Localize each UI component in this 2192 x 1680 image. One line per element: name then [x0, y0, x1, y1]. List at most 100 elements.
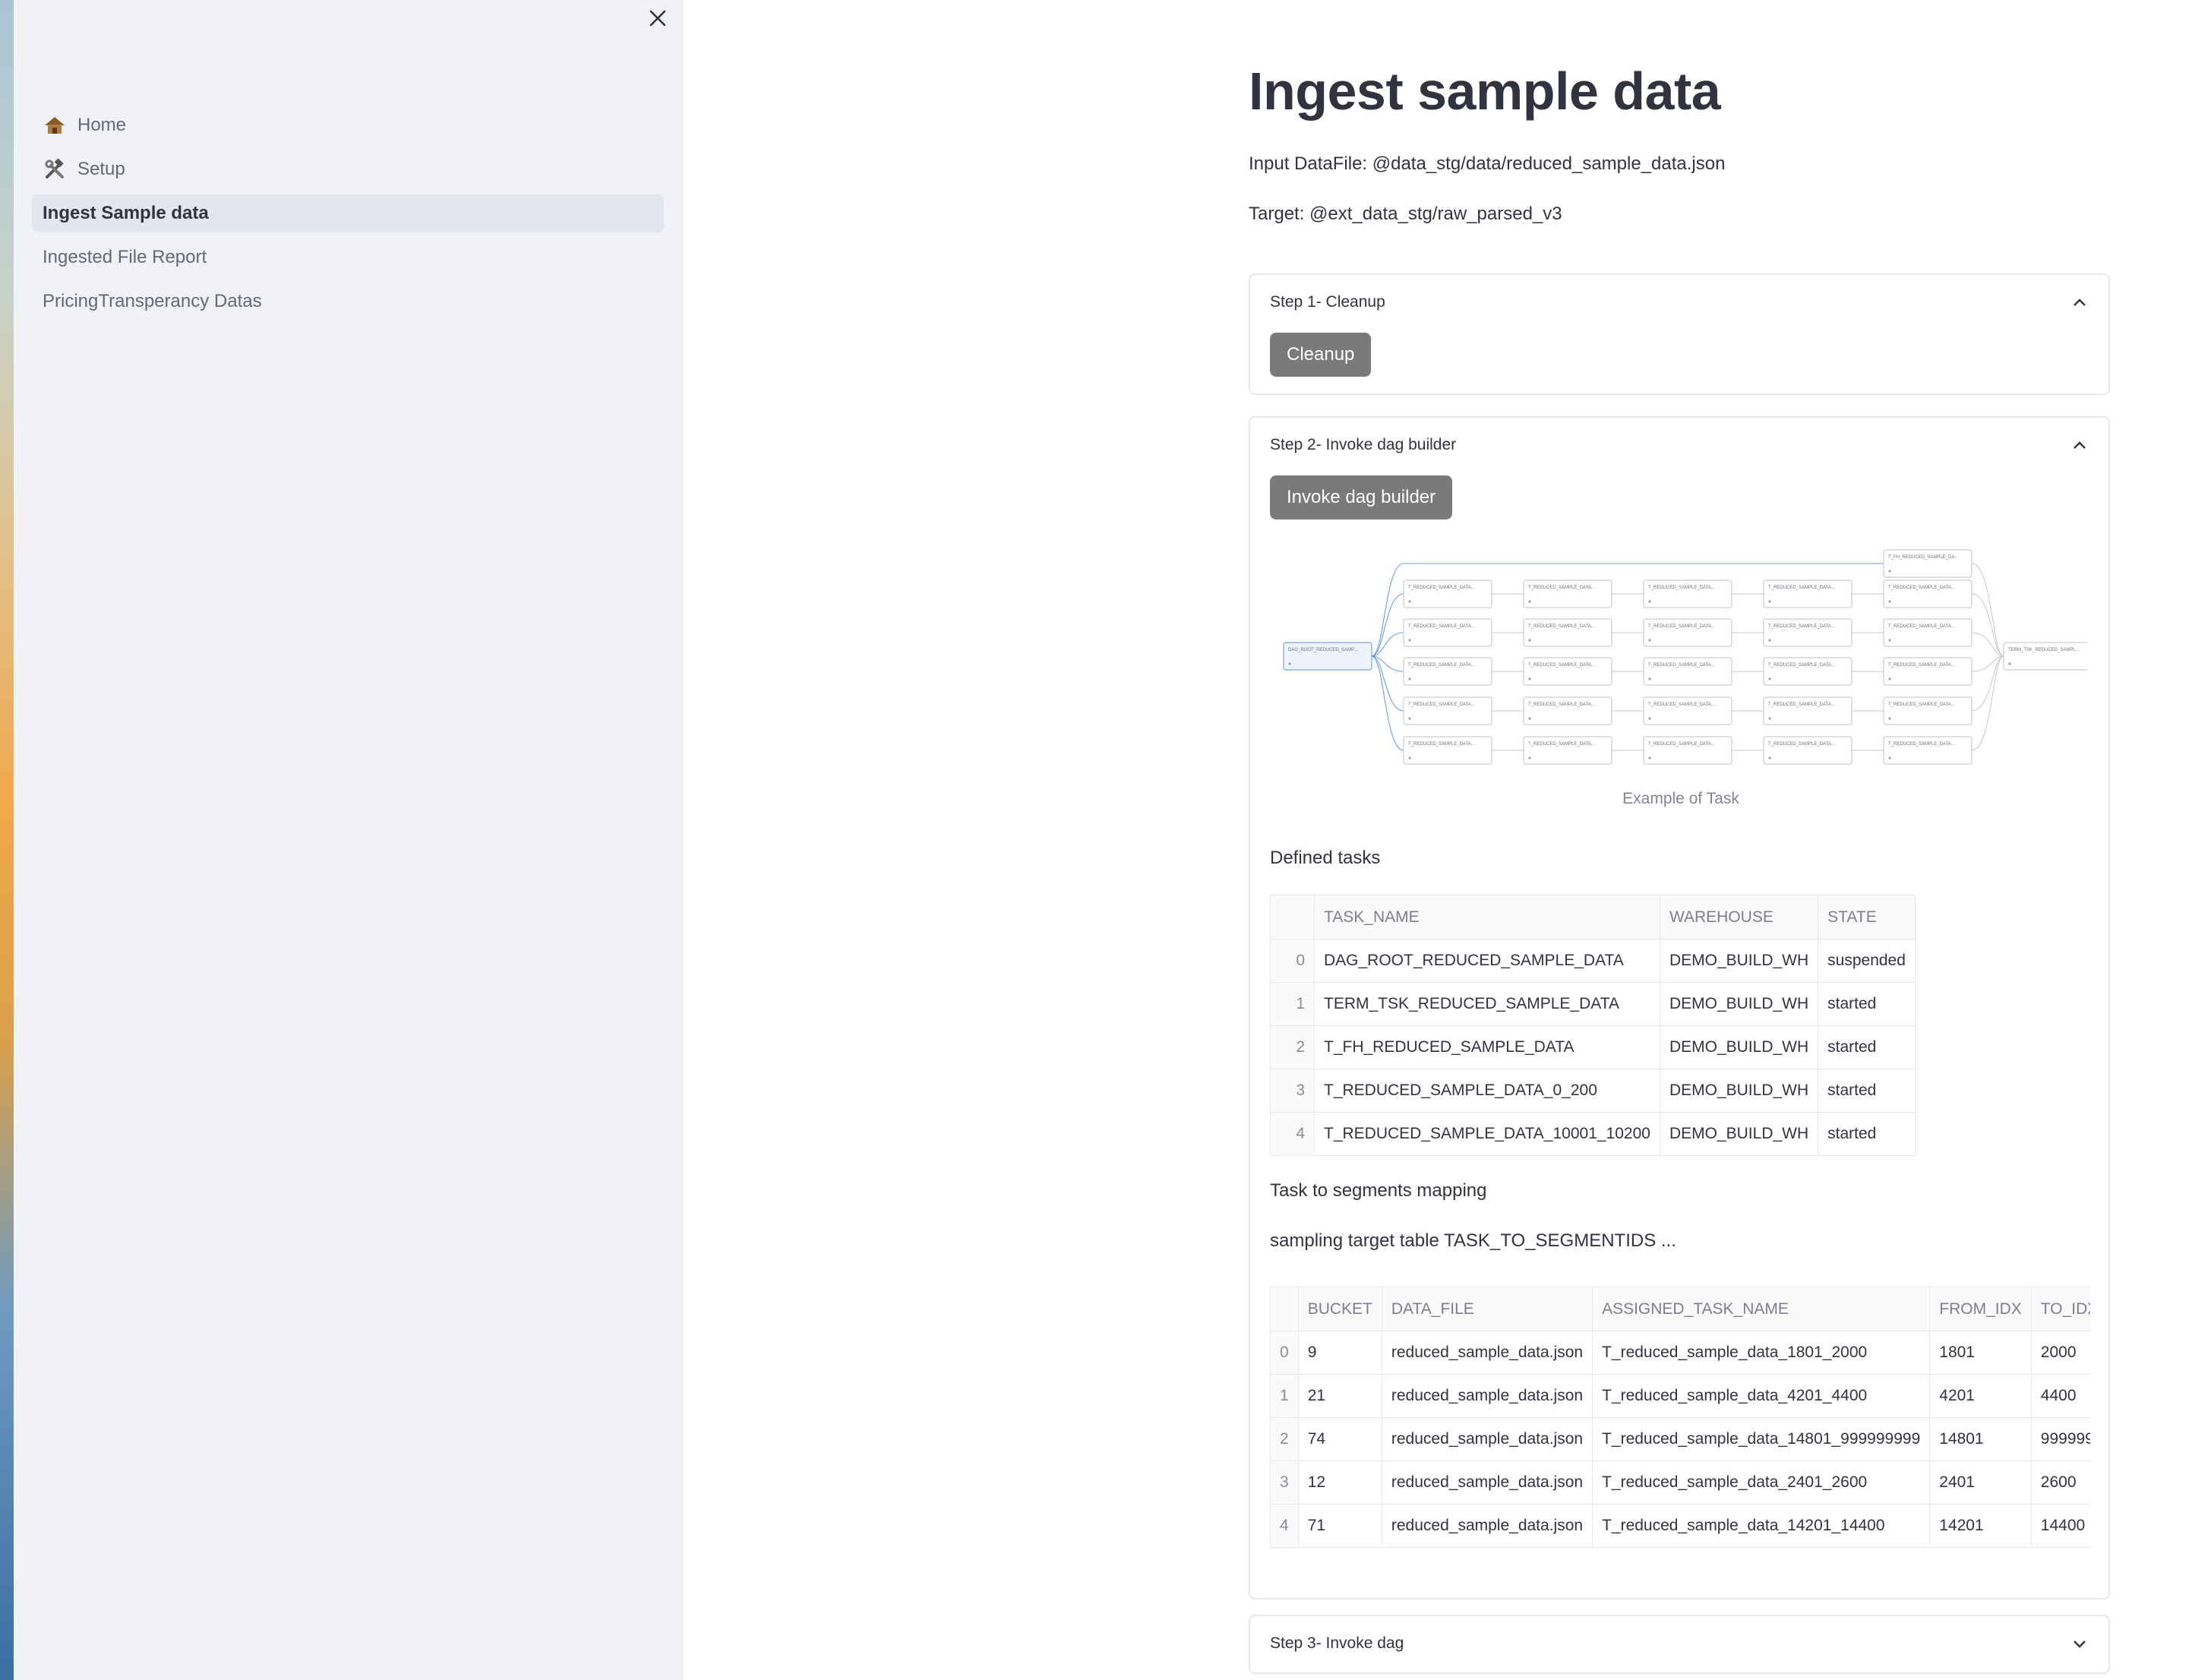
table-cell[interactable]: T_REDUCED_SAMPLE_DATA_10001_10200: [1314, 1112, 1660, 1156]
dag-task-node-dot: [1408, 639, 1411, 642]
table-cell[interactable]: 9: [1297, 1331, 1382, 1375]
step1-header[interactable]: Step 1- Cleanup: [1250, 275, 2108, 330]
table-row[interactable]: 2 T_FH_REDUCED_SAMPLE_DATA DEMO_BUILD_WH st…: [1270, 1025, 1916, 1069]
dag-task-node: [1763, 736, 1852, 765]
table-cell[interactable]: started: [1818, 982, 1916, 1026]
table-cell[interactable]: 74: [1297, 1417, 1382, 1461]
sidebar-item-pricing-transparency[interactable]: PricingTransperancy Datas: [32, 283, 664, 321]
table-cell[interactable]: DEMO_BUILD_WH: [1659, 1112, 1819, 1156]
dag-edge: [1371, 655, 1404, 672]
table-cell[interactable]: 21: [1297, 1374, 1382, 1418]
row-index: 3: [1270, 1069, 1315, 1113]
dag-task-node-label: T_REDUCED_SAMPLE_DATA...: [1768, 586, 1835, 590]
dag-task-node-dot: [1648, 677, 1651, 681]
table-cell[interactable]: reduced_sample_data.json: [1381, 1504, 1593, 1548]
dag-edge: [1971, 655, 2004, 712]
dag-task-node-dot: [1888, 756, 1891, 759]
cleanup-button[interactable]: Cleanup: [1270, 333, 1372, 377]
table-cell[interactable]: T_reduced_sample_data_4201_4400: [1592, 1374, 1931, 1418]
table-cell[interactable]: reduced_sample_data.json: [1381, 1374, 1593, 1418]
table-cell[interactable]: 4201: [1929, 1374, 2032, 1418]
table-cell[interactable]: started: [1818, 1025, 1916, 1069]
table-cell[interactable]: T_reduced_sample_data_2401_2600: [1592, 1461, 1931, 1505]
dag-task-node-dot: [1648, 600, 1651, 603]
row-index: 1: [1270, 1374, 1299, 1418]
table-cell[interactable]: 999999999: [2030, 1417, 2090, 1461]
dag-task-node-dot: [1648, 717, 1651, 720]
table-cell[interactable]: 2000: [2030, 1331, 2090, 1375]
target-text: Target: @ext_data_stg/raw_parsed_v3: [1249, 204, 1562, 224]
step2-header[interactable]: Step 2- Invoke dag builder: [1250, 418, 2108, 472]
table-cell[interactable]: DEMO_BUILD_WH: [1659, 982, 1819, 1026]
close-icon: [649, 10, 666, 27]
table-cell[interactable]: TERM_TSK_REDUCED_SAMPLE_DATA: [1314, 982, 1660, 1026]
table-cell[interactable]: T_FH_REDUCED_SAMPLE_DATA: [1314, 1025, 1660, 1069]
column-header[interactable]: TO_IDX: [2030, 1287, 2090, 1331]
table-row[interactable]: 2 74 reduced_sample_data.json T_reduced_sam…: [1270, 1417, 2090, 1461]
row-index: 3: [1270, 1461, 1299, 1505]
table-cell[interactable]: DEMO_BUILD_WH: [1659, 939, 1819, 983]
column-header[interactable]: BUCKET: [1297, 1287, 1382, 1331]
table-cell[interactable]: 14801: [1929, 1417, 2032, 1461]
segments-table-viewport[interactable]: BUCKET DATA_FILE ASSIGNED_TASK_NAME FROM…: [1270, 1287, 2090, 1548]
table-row[interactable]: 3 12 reduced_sample_data.json T_reduced_sam…: [1270, 1461, 2090, 1505]
column-header[interactable]: DATA_FILE: [1381, 1287, 1593, 1331]
column-header[interactable]: ASSIGNED_TASK_NAME: [1592, 1287, 1931, 1331]
sidebar-item-ingest-sample-data[interactable]: Ingest Sample data: [32, 194, 664, 232]
table-row[interactable]: 0 9 reduced_sample_data.json T_reduced_samp…: [1270, 1331, 2090, 1375]
sidebar-close-button[interactable]: [643, 3, 673, 33]
dag-fh-node: [1883, 549, 1972, 578]
table-cell[interactable]: suspended: [1818, 939, 1916, 983]
desktop-background-strip: [0, 0, 14, 1680]
table-cell[interactable]: started: [1818, 1112, 1916, 1156]
table-cell[interactable]: T_reduced_sample_data_1801_2000: [1592, 1331, 1931, 1375]
table-row[interactable]: 3 T_REDUCED_SAMPLE_DATA_0_200 DEMO_BUILD_W…: [1270, 1069, 1916, 1113]
dag-task-node-label: T_REDUCED_SAMPLE_DATA...: [1768, 742, 1835, 747]
sidebar-item-home[interactable]: Home: [32, 106, 664, 144]
column-header[interactable]: WAREHOUSE: [1659, 895, 1819, 939]
table-cell[interactable]: 14201: [1929, 1504, 2032, 1548]
table-cell[interactable]: reduced_sample_data.json: [1381, 1417, 1593, 1461]
table-cell[interactable]: T_reduced_sample_data_14801_999999999: [1592, 1417, 1931, 1461]
table-row[interactable]: 4 T_REDUCED_SAMPLE_DATA_10001_10200 DEMO_B…: [1270, 1112, 1916, 1156]
table-cell[interactable]: T_reduced_sample_data_14201_14400: [1592, 1504, 1931, 1548]
table-cell[interactable]: DEMO_BUILD_WH: [1659, 1069, 1819, 1113]
column-header[interactable]: TASK_NAME: [1314, 895, 1660, 939]
dag-task-node: [1883, 696, 1972, 725]
table-cell[interactable]: started: [1818, 1069, 1916, 1113]
table-row[interactable]: 1 TERM_TSK_REDUCED_SAMPLE_DATA DEMO_BUILD_…: [1270, 982, 1916, 1026]
table-cell[interactable]: reduced_sample_data.json: [1381, 1461, 1593, 1505]
table-cell[interactable]: 14400: [2030, 1504, 2090, 1548]
sidebar-item-ingested-file-report[interactable]: Ingested File Report: [32, 238, 664, 276]
table-cell[interactable]: 2600: [2030, 1461, 2090, 1505]
row-index: 2: [1270, 1025, 1315, 1069]
table-cell[interactable]: DEMO_BUILD_WH: [1659, 1025, 1819, 1069]
dag-task-node-label: T_REDUCED_SAMPLE_DATA...: [1528, 663, 1595, 668]
table-cell[interactable]: T_REDUCED_SAMPLE_DATA_0_200: [1314, 1069, 1660, 1113]
dag-task-node-dot: [1528, 639, 1531, 642]
column-header[interactable]: STATE: [1818, 895, 1916, 939]
table-cell[interactable]: 12: [1297, 1461, 1382, 1505]
table-cell[interactable]: 4400: [2030, 1374, 2090, 1418]
dag-edge: [1371, 655, 1404, 712]
dag-task-node-label: T_REDUCED_SAMPLE_DATA...: [1888, 586, 1955, 590]
dag-task-node: [1883, 657, 1972, 686]
dag-task-node-label: T_REDUCED_SAMPLE_DATA...: [1528, 742, 1595, 747]
table-cell[interactable]: reduced_sample_data.json: [1381, 1331, 1593, 1375]
column-header[interactable]: FROM_IDX: [1929, 1287, 2032, 1331]
table-cell[interactable]: 2401: [1929, 1461, 2032, 1505]
dag-task-node-label: T_REDUCED_SAMPLE_DATA...: [1648, 663, 1715, 668]
sidebar-item-setup[interactable]: Setup: [32, 150, 664, 188]
table-row[interactable]: 4 71 reduced_sample_data.json T_reduced_sam…: [1270, 1504, 2090, 1548]
dag-task-node-label: T_REDUCED_SAMPLE_DATA...: [1408, 663, 1475, 668]
dag-task-node: [1763, 696, 1852, 725]
dag-task-node-label: T_REDUCED_SAMPLE_DATA...: [1408, 703, 1475, 707]
table-cell[interactable]: 1801: [1929, 1331, 2032, 1375]
table-row[interactable]: 1 21 reduced_sample_data.json T_reduced_sam…: [1270, 1374, 2090, 1418]
invoke-dag-builder-button[interactable]: Invoke dag builder: [1270, 475, 1453, 519]
table-row[interactable]: 0 DAG_ROOT_REDUCED_SAMPLE_DATA DEMO_BUILD_…: [1270, 939, 1916, 983]
column-header: [1270, 895, 1315, 939]
step3-header[interactable]: Step 3- Invoke dag: [1250, 1616, 2108, 1671]
table-cell[interactable]: 71: [1297, 1504, 1382, 1548]
table-cell[interactable]: DAG_ROOT_REDUCED_SAMPLE_DATA: [1314, 939, 1660, 983]
